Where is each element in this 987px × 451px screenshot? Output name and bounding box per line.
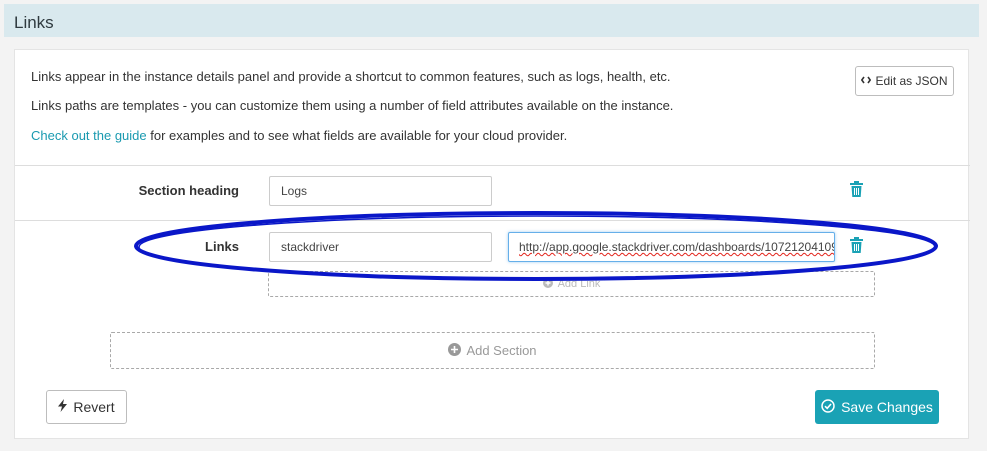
divider: [15, 165, 970, 166]
code-icon: [861, 74, 872, 88]
description-line-3: Check out the guide for examples and to …: [31, 128, 567, 143]
description-line-2: Links paths are templates - you can cust…: [31, 98, 674, 113]
bolt-icon: [58, 399, 68, 415]
delete-link-trash-icon[interactable]: [850, 237, 863, 258]
links-label: Links: [205, 239, 239, 254]
link-url-input[interactable]: http://app.google.stackdriver.com/dashbo…: [508, 232, 835, 262]
revert-button[interactable]: Revert: [46, 390, 127, 424]
section-heading-value: Logs: [281, 184, 308, 198]
check-circle-icon: [821, 398, 835, 416]
link-title-input[interactable]: stackdriver: [269, 232, 492, 262]
link-title-value: stackdriver: [281, 240, 340, 254]
delete-section-trash-icon[interactable]: [850, 181, 863, 202]
plus-circle-icon: [542, 277, 553, 291]
edit-as-json-label: Edit as JSON: [875, 74, 948, 88]
add-section-label: Add Section: [466, 343, 537, 358]
section-heading-label: Section heading: [138, 183, 239, 198]
add-section-button[interactable]: Add Section: [110, 332, 875, 369]
links-panel: Links appear in the instance details pan…: [14, 49, 970, 439]
add-link-button[interactable]: Add Link: [268, 271, 875, 297]
save-changes-button[interactable]: Save Changes: [815, 390, 939, 424]
revert-label: Revert: [73, 399, 115, 415]
guide-link[interactable]: Check out the guide: [31, 128, 147, 143]
link-url-value: http://app.google.stackdriver.com/dashbo…: [519, 240, 835, 254]
edit-as-json-button[interactable]: Edit as JSON: [855, 66, 954, 96]
page-header: Links: [4, 4, 979, 37]
description-line-3-text: for examples and to see what fields are …: [146, 128, 568, 143]
save-changes-label: Save Changes: [841, 399, 933, 415]
section-heading-input[interactable]: Logs: [269, 176, 492, 206]
description-line-1: Links appear in the instance details pan…: [31, 69, 671, 84]
divider: [15, 220, 970, 221]
page-title: Links: [14, 13, 54, 32]
plus-circle-icon: [448, 342, 462, 359]
add-link-label: Add Link: [557, 278, 601, 290]
